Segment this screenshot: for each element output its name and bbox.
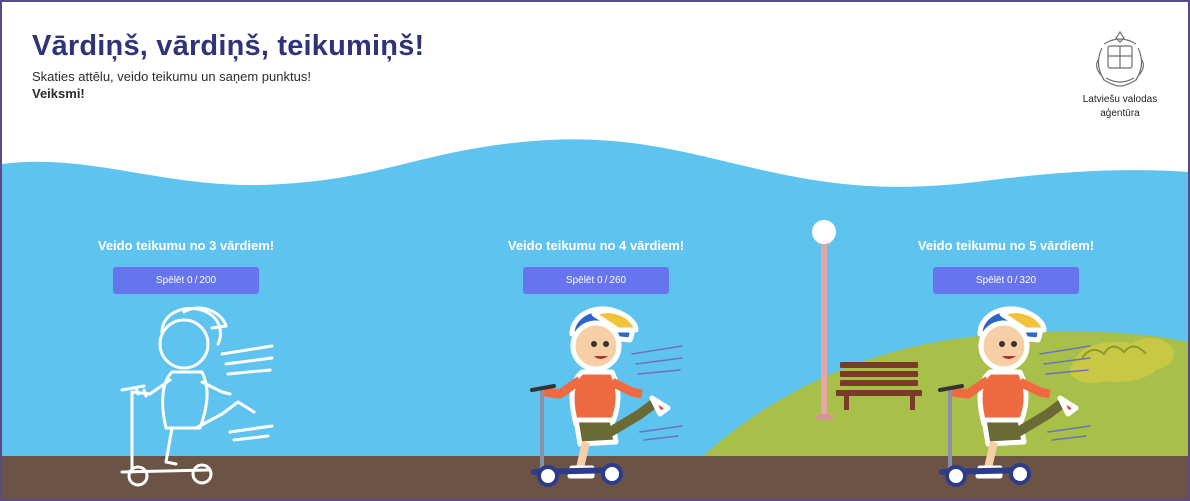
level-card-5-words: Veido teikumu no 5 vārdiem! Spēlēt 0/320 <box>876 238 1136 294</box>
header: Vārdiņš, vārdiņš, teikumiņš! Skaties att… <box>32 30 424 101</box>
coat-of-arms-icon <box>1096 30 1144 87</box>
page-subtitle: Skaties attēlu, veido teikumu un saņem p… <box>32 69 311 84</box>
score-value: 0 <box>597 275 603 286</box>
logo-line-2: aģentūra <box>1100 108 1140 119</box>
play-button-5-words[interactable]: Spēlēt 0/320 <box>933 267 1079 294</box>
level-title: Veido teikumu no 4 vārdiem! <box>507 238 685 253</box>
play-label: Spēlēt <box>565 275 595 286</box>
play-button-4-words[interactable]: Spēlēt 0/260 <box>523 267 669 294</box>
play-label: Spēlēt <box>975 275 1005 286</box>
page-title: Vārdiņš, vārdiņš, teikumiņš! <box>32 30 425 62</box>
score-value: 0 <box>187 275 193 286</box>
play-label: Spēlēt <box>155 275 185 286</box>
level-card-3-words: Veido teikumu no 3 vārdiem! Spēlēt 0/200 <box>56 238 316 294</box>
logo-line-1: Latviešu valodas <box>1082 94 1158 105</box>
level-title: Veido teikumu no 3 vārdiem! <box>97 238 275 253</box>
level-card-4-words: Veido teikumu no 4 vārdiem! Spēlēt 0/260 <box>466 238 726 294</box>
score-value: 0 <box>1007 275 1013 286</box>
game-frame: Vārdiņš, vārdiņš, teikumiņš! Skaties att… <box>0 0 1190 501</box>
level-title: Veido teikumu no 5 vārdiem! <box>917 238 1095 253</box>
score-max: 200 <box>199 275 217 286</box>
play-button-3-words[interactable]: Spēlēt 0/200 <box>113 267 259 294</box>
score-max: 260 <box>609 275 627 286</box>
agency-logo[interactable]: Latviešu valodas aģentūra <box>1070 30 1170 120</box>
score-max: 320 <box>1019 275 1037 286</box>
page-subtitle-bold: Veiksmi! <box>32 86 85 101</box>
